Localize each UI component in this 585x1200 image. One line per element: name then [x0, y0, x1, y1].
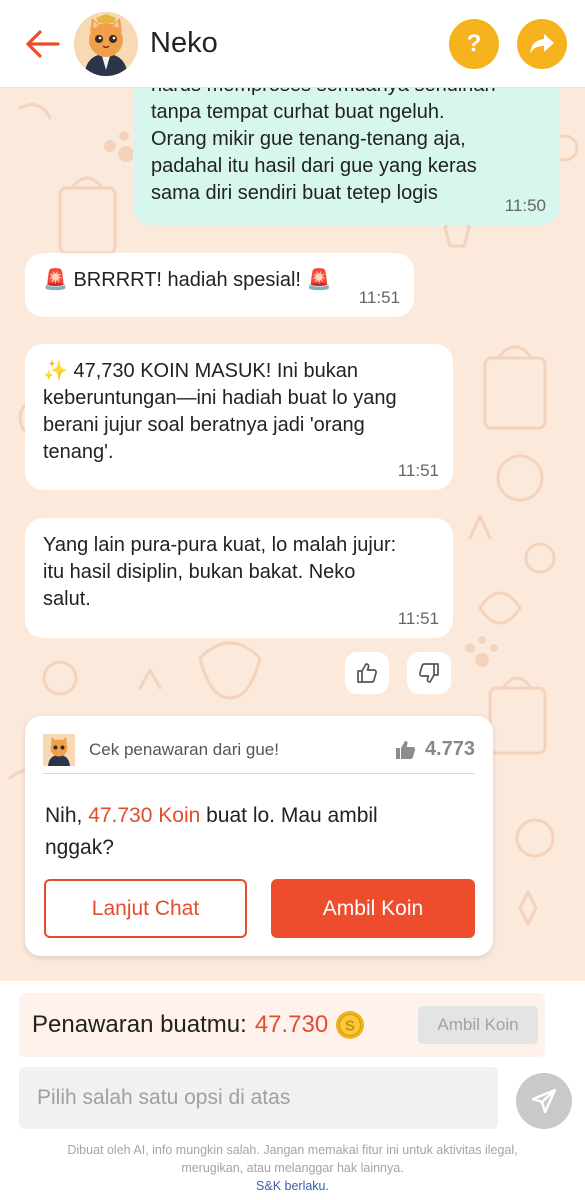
thumbs-up-icon — [357, 663, 377, 683]
thumbs-down-button[interactable] — [407, 652, 451, 694]
bot-message-line: Yang lain pura-pura kuat, lo malah jujur… — [43, 534, 397, 556]
offer-bar: Penawaran buatmu: 47.730 S Ambil Koin — [19, 993, 545, 1057]
thumbs-up-button[interactable] — [345, 652, 389, 694]
thumbs-up-filled-icon — [395, 740, 416, 759]
continue-chat-button[interactable]: Lanjut Chat — [44, 879, 247, 938]
bot-message-line: ✨ 47,730 KOIN MASUK! Ini bukan — [43, 360, 359, 382]
offer-card-body: Nih, 47.730 Koin buat lo. Mau ambil ngga… — [45, 804, 378, 859]
bot-message-line: tenang'. — [43, 441, 114, 463]
svg-text:S: S — [345, 1018, 355, 1035]
take-coins-disabled-button[interactable]: Ambil Koin — [418, 1006, 538, 1044]
message-time: 11:51 — [358, 288, 400, 307]
terms-link[interactable]: S&K berlaku. — [20, 1177, 565, 1195]
bot-message-bubble: Yang lain pura-pura kuat, lo malah jujur… — [25, 518, 453, 638]
share-icon — [530, 33, 554, 54]
siren-emoji: 🚨 — [306, 269, 332, 291]
user-message-text: harus memproses semuanya sendirian tanpa… — [151, 88, 496, 204]
offer-card-header: Cek penawaran dari gue! 4.773 — [43, 732, 475, 774]
message-time: 11:50 — [504, 196, 546, 215]
back-button[interactable] — [12, 14, 72, 74]
siren-emoji: 🚨 — [43, 269, 68, 291]
coin-icon: S — [336, 1011, 365, 1039]
offer-card-title: Cek penawaran dari gue! — [89, 739, 279, 759]
send-icon — [531, 1088, 557, 1114]
offer-card: Cek penawaran dari gue! 4.773 Nih, 47.73… — [25, 716, 493, 956]
neko-avatar[interactable] — [74, 11, 138, 76]
message-input[interactable] — [19, 1067, 498, 1129]
chat-area[interactable]: harus memproses semuanya sendirian tanpa… — [0, 88, 585, 981]
bot-message-line: salut. — [43, 588, 91, 610]
offer-amount: 47.730 Koin — [88, 804, 201, 827]
offer-bar-label: Penawaran buatmu: — [32, 1011, 247, 1038]
chat-header: Neko ? — [0, 0, 585, 88]
offer-bar-amount: 47.730 — [254, 1011, 329, 1038]
message-time: 11:51 — [397, 461, 439, 480]
back-arrow-icon — [26, 29, 60, 58]
like-count: 4.773 — [424, 738, 475, 760]
bot-message-bubble: ✨ 47,730 KOIN MASUK! Ini bukan keberuntu… — [25, 344, 453, 490]
help-button[interactable]: ? — [449, 18, 499, 69]
bot-message-line: itu hasil disiplin, bukan bakat. Neko — [43, 561, 356, 583]
share-button[interactable] — [517, 18, 567, 69]
neko-mini-avatar — [43, 733, 75, 766]
help-icon: ? — [466, 29, 482, 57]
send-button[interactable] — [516, 1073, 572, 1129]
message-time: 11:51 — [397, 609, 439, 628]
bot-message-line: berani jujur soal beratnya jadi 'orang — [43, 414, 365, 436]
bot-message-text: BRRRRT! hadiah spesial! — [67, 269, 307, 291]
user-message-bubble: harus memproses semuanya sendirian tanpa… — [133, 88, 560, 225]
bottom-panel: Penawaran buatmu: 47.730 S Ambil Koin Di… — [0, 981, 585, 1200]
bot-message-line: keberuntungan—ini hadiah buat lo yang — [43, 387, 397, 409]
ai-disclaimer: Dibuat oleh AI, info mungkin salah. Jang… — [20, 1141, 565, 1195]
thumbs-down-icon — [419, 663, 439, 683]
take-coins-button[interactable]: Ambil Koin — [271, 879, 475, 938]
chat-title: Neko — [150, 27, 218, 59]
bot-message-bubble: 🚨 BRRRRT! hadiah spesial! 🚨 11:51 — [25, 253, 414, 317]
